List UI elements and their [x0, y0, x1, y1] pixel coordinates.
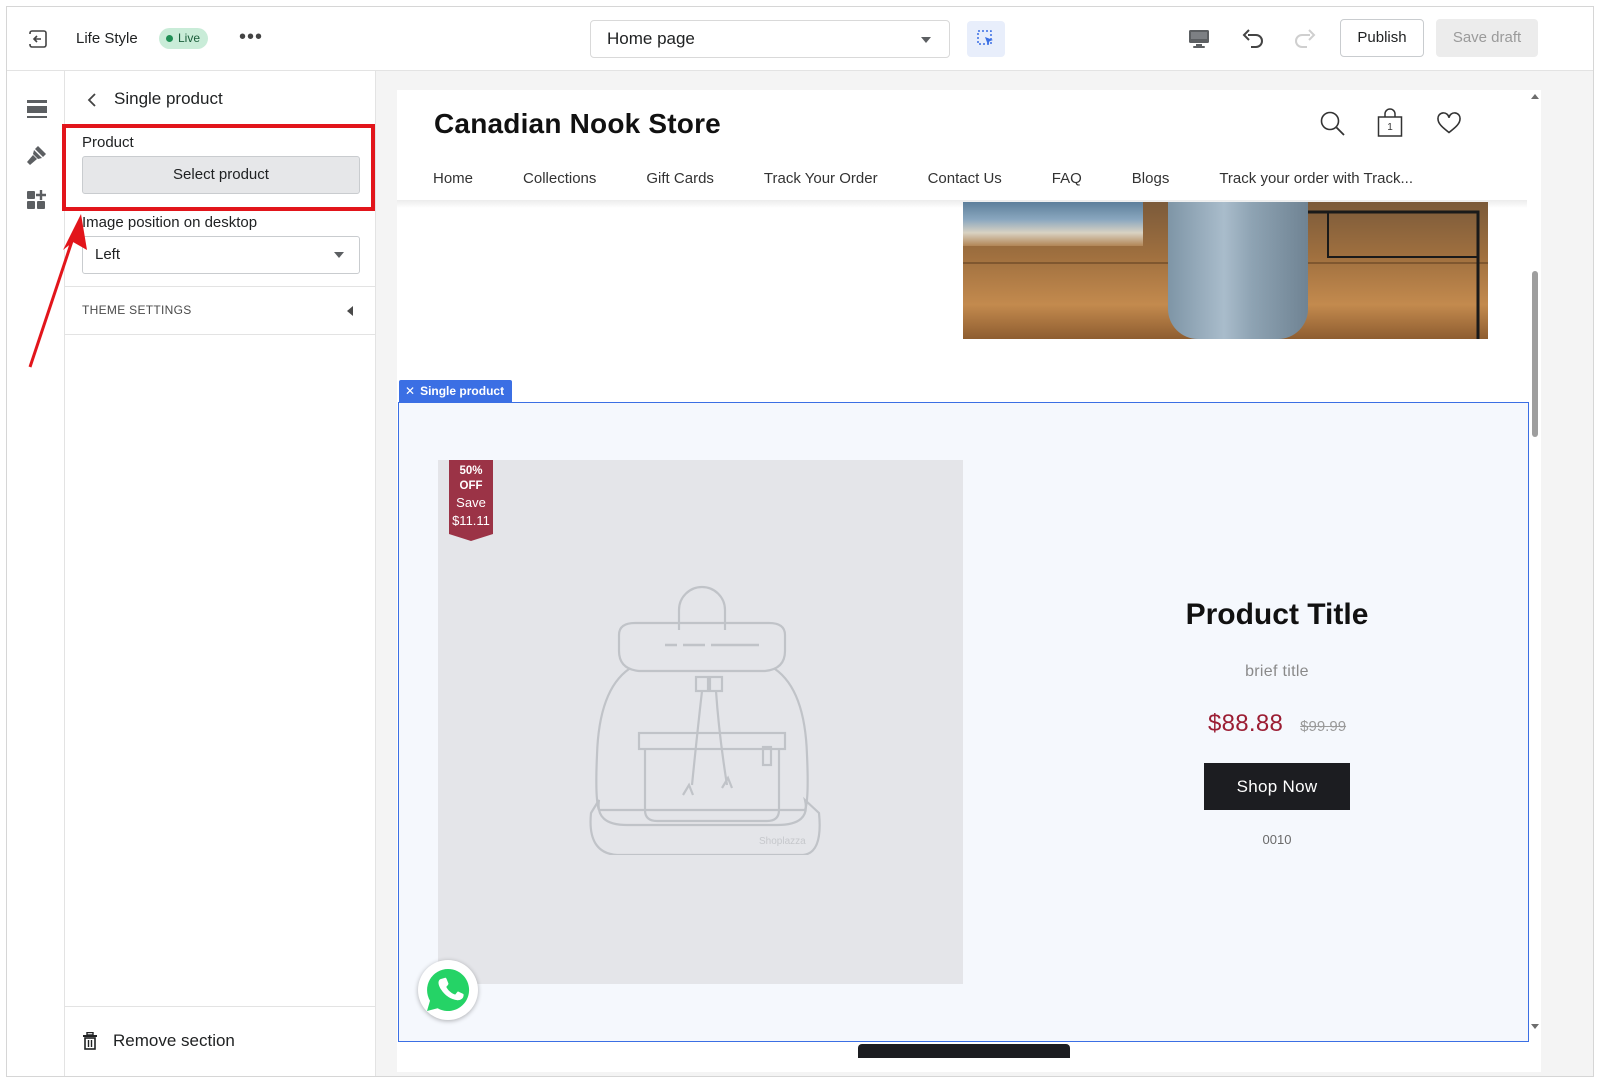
scrollbar-thumb[interactable]: [1532, 271, 1538, 437]
nav-item-gift-cards[interactable]: Gift Cards: [646, 170, 714, 187]
nav-item-contact-us[interactable]: Contact Us: [928, 170, 1002, 187]
product-title: Product Title: [1185, 598, 1369, 631]
redo-icon[interactable]: [1292, 26, 1318, 52]
top-bar: Life Style Live ••• Home page Publish Sa…: [7, 7, 1593, 71]
theme-brush-icon[interactable]: [25, 143, 49, 167]
save-draft-button[interactable]: Save draft: [1436, 19, 1538, 57]
hero-image-shelf: [963, 202, 1143, 246]
divider: [65, 1006, 375, 1007]
store-preview: Canadian Nook Store 1 Home Collections G…: [397, 90, 1541, 1072]
select-cursor-icon: [977, 30, 993, 45]
discount-badge-text: 50% OFF Save $11.11: [449, 464, 493, 530]
bottom-toolbar-edge: [858, 1044, 1070, 1058]
compare-at-price: $99.99: [1300, 718, 1347, 735]
close-icon[interactable]: ✕: [405, 380, 415, 402]
product-brief: brief title: [1245, 663, 1309, 680]
divider: [65, 286, 375, 287]
panel-title: Single product: [114, 89, 223, 108]
annotation-arrow-icon: [28, 214, 87, 368]
scroll-up-arrow-icon[interactable]: [1531, 94, 1539, 99]
more-options-button[interactable]: •••: [239, 26, 263, 49]
caret-left-icon[interactable]: [347, 306, 353, 316]
badge-save-amount: $11.11: [452, 513, 490, 528]
backpack-illustration-icon: [589, 585, 821, 855]
theme-settings-toggle[interactable]: THEME SETTINGS: [82, 303, 192, 317]
back-chevron-icon[interactable]: [85, 91, 99, 109]
nav-item-collections[interactable]: Collections: [523, 170, 596, 187]
chevron-down-icon: [334, 252, 344, 258]
wishlist-heart-icon[interactable]: [1436, 111, 1462, 135]
apps-add-icon[interactable]: [25, 188, 49, 212]
publish-button[interactable]: Publish: [1340, 19, 1424, 57]
page-selector[interactable]: Home page: [590, 20, 950, 58]
badge-off: OFF: [459, 480, 483, 492]
badge-save: Save: [456, 495, 486, 510]
image-position-label: Image position on desktop: [82, 214, 258, 231]
exit-icon[interactable]: [27, 28, 49, 50]
remove-section-button[interactable]: Remove section: [82, 1021, 235, 1061]
scroll-down-arrow-icon[interactable]: [1531, 1024, 1539, 1029]
nav-item-track-order-app[interactable]: Track your order with Track...: [1219, 170, 1413, 187]
nav-item-home[interactable]: Home: [433, 170, 473, 187]
section-tag[interactable]: ✕ Single product: [399, 380, 513, 402]
badge-percent: 50%: [459, 465, 483, 477]
hero-image-table: [1308, 210, 1480, 339]
editor-window: Life Style Live ••• Home page Publish Sa…: [6, 6, 1594, 1077]
desktop-view-icon[interactable]: [1187, 28, 1211, 50]
hero-image-figure: [1168, 202, 1308, 339]
product-prices: $88.88 $99.99: [1117, 710, 1437, 738]
section-settings-panel: Single product Product Select product Im…: [62, 71, 376, 1076]
chevron-down-icon: [921, 37, 931, 43]
image-position-select[interactable]: Left: [82, 236, 360, 274]
shop-now-button[interactable]: Shop Now: [1204, 763, 1350, 810]
store-logo-text[interactable]: Canadian Nook Store: [434, 108, 721, 140]
undo-icon[interactable]: [1240, 26, 1266, 52]
product-price: $88.88: [1207, 710, 1284, 737]
hero-image: [963, 202, 1488, 339]
product-sku: 0010: [1262, 832, 1292, 847]
live-dot-icon: [166, 35, 173, 42]
whatsapp-icon: [427, 968, 470, 1011]
nav-item-track-your-order[interactable]: Track Your Order: [764, 170, 878, 187]
image-position-value: Left: [95, 246, 121, 263]
whatsapp-chat-button[interactable]: [418, 960, 478, 1020]
live-status-badge: Live: [159, 28, 209, 49]
cart-count: 1: [1387, 122, 1393, 133]
cart-button[interactable]: 1: [1377, 108, 1403, 138]
nav-item-blogs[interactable]: Blogs: [1132, 170, 1170, 187]
live-status-label: Live: [178, 31, 201, 45]
sections-icon[interactable]: [25, 97, 49, 121]
divider: [65, 334, 375, 335]
trash-icon: [83, 1032, 97, 1050]
preview-scrollbar[interactable]: [1529, 90, 1541, 1072]
image-watermark: Shoplazza: [759, 836, 806, 847]
remove-section-label: Remove section: [113, 1031, 235, 1050]
inspect-element-button[interactable]: [967, 21, 1005, 57]
search-icon[interactable]: [1319, 110, 1347, 138]
annotation-highlight-box: [62, 124, 375, 211]
page-selector-value: Home page: [607, 29, 695, 48]
section-tag-label: Single product: [420, 384, 505, 398]
main-navigation: Home Collections Gift Cards Track Your O…: [433, 170, 1463, 187]
store-name: Life Style: [76, 30, 138, 47]
nav-item-faq[interactable]: FAQ: [1052, 170, 1082, 187]
